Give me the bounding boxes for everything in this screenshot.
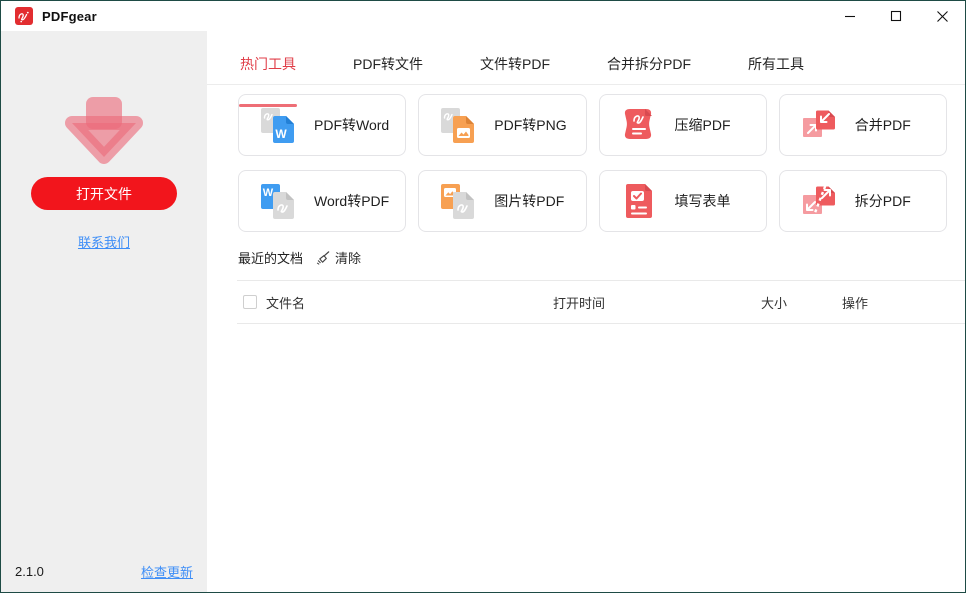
image-to-pdf-icon bbox=[441, 184, 475, 219]
app-title: PDFgear bbox=[42, 8, 97, 24]
close-button[interactable] bbox=[919, 1, 965, 31]
minimize-icon bbox=[845, 15, 855, 18]
window-controls bbox=[827, 1, 965, 31]
download-arrow-icon bbox=[65, 97, 143, 164]
tool-card-fill-form[interactable]: 填写表单 bbox=[598, 170, 767, 232]
tool-tabs: 热门工具 PDF转文件 文件转PDF 合并拆分PDF 所有工具 bbox=[207, 31, 965, 107]
close-icon bbox=[936, 10, 948, 22]
column-header-filename: 文件名 bbox=[266, 295, 306, 311]
maximize-icon bbox=[890, 10, 902, 22]
tab-file-to-pdf[interactable]: 文件转PDF bbox=[480, 54, 550, 84]
titlebar: PDFgear bbox=[1, 1, 965, 31]
split-pdf-icon bbox=[802, 183, 835, 219]
table-header-row: 文件名 打开时间 大小 操作 bbox=[237, 280, 965, 324]
maximize-button[interactable] bbox=[873, 1, 919, 31]
svg-text:W: W bbox=[275, 127, 287, 141]
active-tab-underline bbox=[239, 104, 297, 107]
tool-card-pdf-to-png[interactable]: PDF转PNG bbox=[418, 94, 587, 156]
word-to-pdf-icon: W bbox=[261, 184, 294, 219]
tool-card-word-to-pdf[interactable]: W Word转PDF bbox=[238, 170, 407, 232]
tab-hot-tools[interactable]: 热门工具 bbox=[239, 54, 297, 107]
app-window: PDFgear 打开文件 联系我们 2.1.0 检查更新 热门工具 PDF转文件… bbox=[0, 0, 966, 593]
tool-card-merge-pdf[interactable]: 合并PDF bbox=[778, 94, 947, 156]
pdfgear-logo-icon bbox=[15, 7, 33, 25]
tab-all-tools[interactable]: 所有工具 bbox=[748, 54, 804, 84]
column-header-operation: 操作 bbox=[842, 295, 869, 311]
version-label: 2.1.0 bbox=[15, 564, 44, 579]
tool-card-grid: W PDF转Word PDF转PNG 压缩PDF 合并PDF W Word转PD… bbox=[238, 94, 947, 232]
clear-recent-button[interactable]: 清除 bbox=[316, 248, 361, 267]
recent-docs-header: 最近的文档 清除 bbox=[238, 247, 965, 267]
column-header-size: 大小 bbox=[761, 295, 788, 311]
broom-icon bbox=[316, 250, 330, 265]
tab-merge-split[interactable]: 合并拆分PDF bbox=[607, 54, 691, 84]
recent-docs-title: 最近的文档 bbox=[238, 250, 304, 266]
tool-card-image-to-pdf[interactable]: 图片转PDF bbox=[418, 170, 587, 232]
fill-form-icon bbox=[625, 184, 652, 218]
contact-us-link[interactable]: 联系我们 bbox=[78, 232, 130, 251]
minimize-button[interactable] bbox=[827, 1, 873, 31]
tool-card-compress-pdf[interactable]: 压缩PDF bbox=[598, 94, 767, 156]
tool-card-split-pdf[interactable]: 拆分PDF bbox=[778, 170, 947, 232]
sidebar-footer: 2.1.0 检查更新 bbox=[15, 562, 193, 581]
merge-pdf-icon bbox=[802, 110, 835, 137]
pdf-to-png-icon bbox=[441, 108, 475, 143]
check-update-link[interactable]: 检查更新 bbox=[141, 562, 193, 581]
compress-pdf-icon bbox=[624, 109, 652, 139]
recent-docs-table: 文件名 打开时间 大小 操作 bbox=[237, 280, 965, 554]
main-panel: 热门工具 PDF转文件 文件转PDF 合并拆分PDF 所有工具 W PDF转Wo bbox=[207, 31, 965, 592]
table-empty-body bbox=[237, 324, 965, 554]
column-header-open-time: 打开时间 bbox=[553, 295, 606, 311]
pdf-to-word-icon: W bbox=[261, 108, 294, 143]
tab-pdf-to-file[interactable]: PDF转文件 bbox=[353, 54, 423, 84]
svg-text:W: W bbox=[263, 187, 274, 199]
sidebar: 打开文件 联系我们 2.1.0 检查更新 bbox=[1, 31, 207, 592]
open-file-button[interactable]: 打开文件 bbox=[31, 177, 177, 210]
select-all-checkbox[interactable] bbox=[243, 295, 257, 309]
